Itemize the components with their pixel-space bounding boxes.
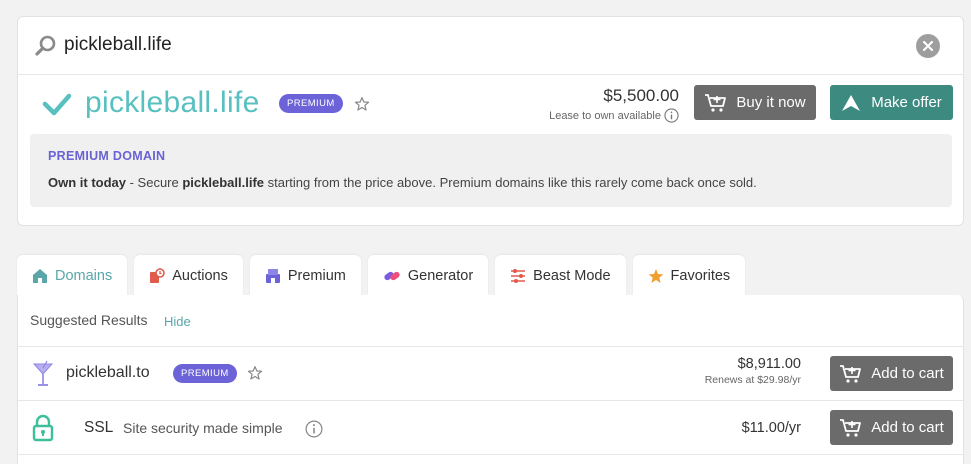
home-icon <box>33 269 47 283</box>
search-icon <box>34 34 58 58</box>
star-icon <box>648 268 663 283</box>
exact-match-domain: pickleball.life <box>85 86 260 119</box>
premium-badge: PREMIUM <box>279 94 343 113</box>
hide-link[interactable]: Hide <box>164 314 191 329</box>
info-icon[interactable] <box>664 108 679 123</box>
tab-label: Auctions <box>172 267 228 284</box>
premium-text-before: - Secure <box>126 175 183 190</box>
premium-lead: Own it today <box>48 175 126 190</box>
premium-icon <box>265 268 280 283</box>
close-icon <box>922 40 934 52</box>
cart-icon <box>840 364 862 383</box>
item-price-block: $8,911.00 Renews at $29.98/yr <box>705 356 801 386</box>
suggested-domain[interactable]: pickleball.to <box>66 364 150 382</box>
exact-match-row: pickleball.life PREMIUM $5,500.00 Lease … <box>18 75 963 133</box>
tab-beast-mode[interactable]: Beast Mode <box>495 255 626 296</box>
clear-search-button[interactable] <box>916 34 940 58</box>
domain-price: $5,500.00 <box>603 86 679 105</box>
premium-heading: PREMIUM DOMAIN <box>48 149 166 163</box>
lock-icon <box>32 414 54 447</box>
info-icon[interactable] <box>305 420 323 443</box>
favorite-star-icon[interactable] <box>247 365 263 381</box>
ssl-price: $11.00/yr <box>741 420 801 436</box>
premium-text-after: starting from the price above. Premium d… <box>264 175 757 190</box>
cart-icon <box>705 93 727 112</box>
offer-icon <box>842 94 861 111</box>
generator-icon <box>384 271 400 280</box>
tab-label: Beast Mode <box>533 267 611 284</box>
list-item: pickleball.to PREMIUM $8,911.00 Renews a… <box>18 347 963 401</box>
buy-now-button[interactable]: Buy it now <box>694 85 816 120</box>
cocktail-icon <box>32 360 54 393</box>
sliders-icon <box>511 268 526 283</box>
price-block: $5,500.00 Lease to own available <box>549 86 679 123</box>
renewal-price: Renews at $29.98/yr <box>704 374 801 386</box>
make-offer-label: Make offer <box>871 94 942 111</box>
checkmark-icon <box>42 89 72 119</box>
add-to-cart-label: Add to cart <box>871 419 944 436</box>
cart-icon <box>840 418 862 437</box>
search-tabs: Domains Auctions Premium Generator Beast… <box>17 255 746 297</box>
tab-generator[interactable]: Generator <box>367 255 489 296</box>
suggested-header: Suggested Results Hide <box>18 295 963 347</box>
ssl-title: SSL <box>84 419 114 436</box>
tab-label: Favorites <box>670 267 731 284</box>
item-price: $8,911.00 <box>737 356 801 372</box>
search-bar <box>18 17 963 75</box>
tab-label: Generator <box>407 267 474 284</box>
add-to-cart-button[interactable]: Add to cart <box>830 356 953 391</box>
add-to-cart-button[interactable]: Add to cart <box>830 410 953 445</box>
tab-domains[interactable]: Domains <box>17 255 128 297</box>
make-offer-button[interactable]: Make offer <box>830 85 953 120</box>
ssl-description: Site security made simple <box>123 420 283 436</box>
tab-favorites[interactable]: Favorites <box>632 255 746 296</box>
add-to-cart-label: Add to cart <box>871 365 944 382</box>
favorite-star-icon[interactable] <box>354 96 370 112</box>
list-item: SSL Site security made simple $11.00/yr … <box>18 401 963 455</box>
tab-premium[interactable]: Premium <box>249 255 361 296</box>
lease-text: Lease to own available <box>549 109 661 122</box>
premium-info-box: PREMIUM DOMAIN Own it today - Secure pic… <box>30 134 952 207</box>
tab-label: Domains <box>55 268 113 284</box>
tab-auctions[interactable]: Auctions <box>134 255 243 296</box>
tab-label: Premium <box>287 267 346 284</box>
auction-icon <box>150 267 166 283</box>
premium-domain: pickleball.life <box>182 175 265 190</box>
search-input[interactable] <box>64 29 864 61</box>
search-card: pickleball.life PREMIUM $5,500.00 Lease … <box>17 16 964 226</box>
premium-badge: PREMIUM <box>173 364 237 383</box>
results-panel: Suggested Results Hide pickleball.to PRE… <box>17 295 964 464</box>
lease-info: Lease to own available <box>549 108 679 123</box>
buy-now-label: Buy it now <box>736 94 806 111</box>
premium-description: Own it today - Secure pickleball.life st… <box>48 175 757 190</box>
suggested-label: Suggested Results <box>30 312 148 328</box>
